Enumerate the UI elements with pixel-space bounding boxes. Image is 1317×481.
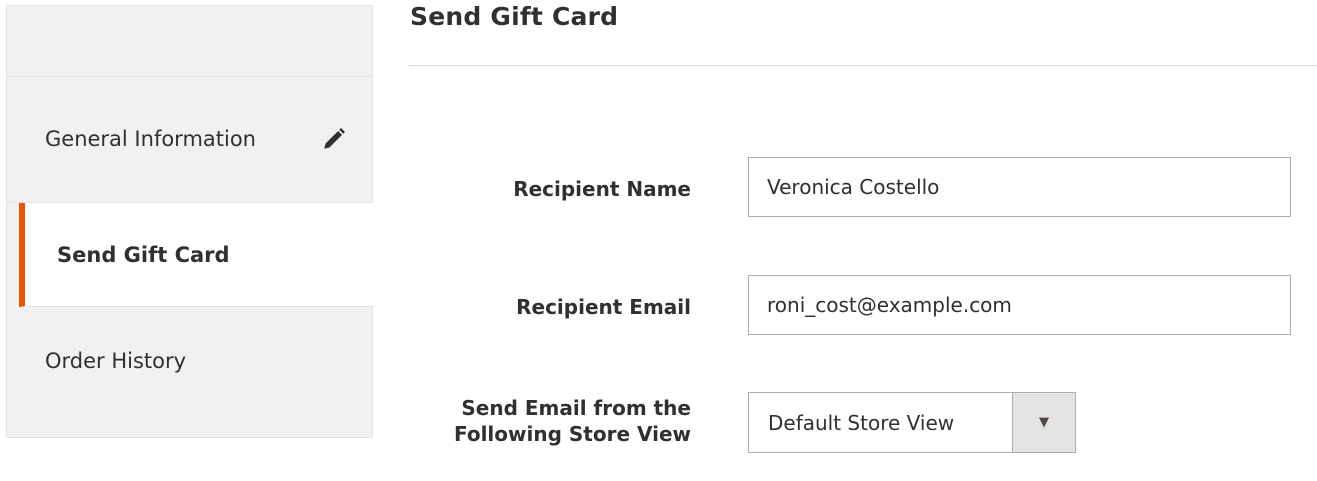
pencil-icon <box>324 128 345 149</box>
recipient-email-label: Recipient Email <box>516 295 691 319</box>
page-title: Send Gift Card <box>410 2 619 31</box>
recipient-name-input[interactable] <box>748 157 1291 217</box>
store-view-label: Send Email from the Following Store View <box>453 396 691 446</box>
sidebar-header <box>7 6 372 77</box>
sidebar-item-label: General Information <box>45 127 256 151</box>
sidebar-item-general-information[interactable]: General Information <box>7 76 372 203</box>
sidebar-item-label: Send Gift Card <box>57 242 230 267</box>
chevron-down-icon[interactable]: ▼ <box>1012 393 1075 452</box>
sidebar-item-send-gift-card[interactable]: Send Gift Card <box>19 203 374 307</box>
store-view-select[interactable]: Default Store View ▼ <box>748 392 1076 453</box>
sidebar-item-order-history[interactable]: Order History <box>7 307 372 415</box>
title-divider <box>409 65 1317 66</box>
recipient-email-input[interactable] <box>748 275 1291 335</box>
sidebar: General Information Send Gift Card Order… <box>6 5 374 438</box>
sidebar-item-label: Order History <box>45 349 187 373</box>
store-view-value: Default Store View <box>768 410 955 435</box>
recipient-name-label: Recipient Name <box>513 177 691 201</box>
